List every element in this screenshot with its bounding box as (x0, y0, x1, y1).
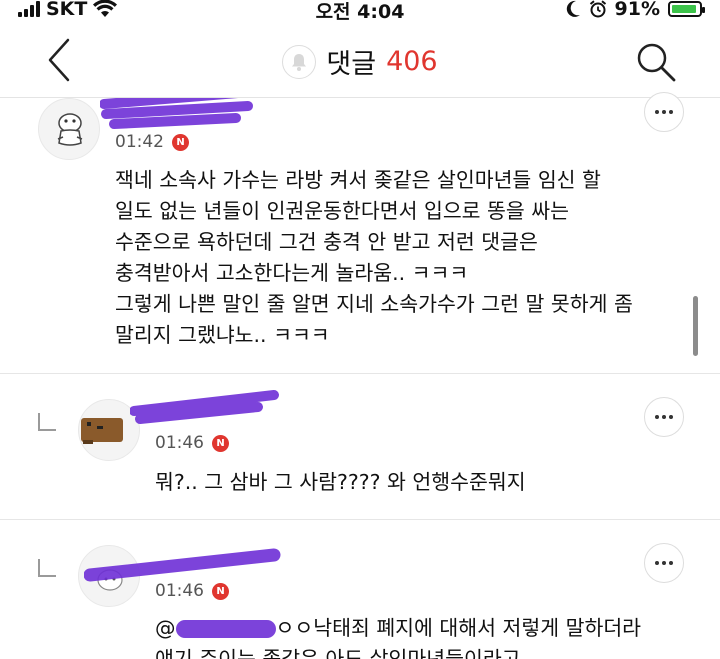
comment-meta: 01:46 N (155, 581, 229, 601)
comment-meta: 01:42 N (115, 132, 189, 152)
comment-item: 01:42 N 잭네 소속사 가수는 라방 켜서 좆같은 살인마년들 임신 할 … (0, 92, 720, 374)
reply-item: 01:46 N @ ㅇㅇ낙태죄 폐지에 대해서 저렇게 말하더라 얘기 주이는 좆… (0, 521, 720, 659)
page-title: 댓글 406 (0, 42, 720, 81)
comment-text-line1: ㅇㅇ낙태죄 폐지에 대해서 저렇게 말하더라 (275, 616, 642, 640)
scrollbar[interactable] (693, 296, 698, 356)
alarm-icon (589, 0, 606, 18)
avatar-character-icon (57, 113, 83, 146)
search-button[interactable] (634, 40, 678, 84)
comment-count: 406 (386, 46, 438, 77)
reply-indicator-icon (38, 559, 56, 577)
more-options-button[interactable] (644, 397, 684, 437)
comment-text: 잭네 소속사 가수는 라방 켜서 좆같은 살인마년들 임신 할 일도 없는 년들… (115, 168, 633, 347)
mention-redacted (175, 620, 276, 638)
mention-prefix: @ (155, 616, 176, 640)
notification-bell-button[interactable] (282, 44, 317, 79)
battery-percent: 91% (614, 0, 660, 20)
more-options-button[interactable] (644, 543, 684, 583)
bell-icon (292, 53, 307, 71)
reply-indicator-icon (38, 413, 56, 431)
avatar[interactable] (38, 98, 100, 160)
moon-icon (566, 0, 580, 17)
battery-icon (668, 1, 705, 17)
comment-text: 뭐?.. 그 삼바 그 사람???? 와 언행수준뭐지 (155, 470, 526, 494)
comment-meta: 01:46 N (155, 433, 229, 453)
comment-time: 01:46 (155, 433, 204, 453)
comment-text-line2: 얘기 주이는 좆같은 아도 살인마년들이라고 (155, 647, 521, 659)
comment-text: @ ㅇㅇ낙태죄 폐지에 대해서 저렇게 말하더라 얘기 주이는 좆같은 아도 살인… (155, 613, 641, 659)
nickname-redacted (84, 548, 281, 582)
status-bar-right: 91% (565, 0, 705, 20)
comments-header: 댓글 406 (0, 22, 720, 98)
battery-fill (672, 5, 696, 13)
title-label: 댓글 (326, 49, 377, 80)
comment-time: 01:46 (155, 581, 204, 601)
more-options-button[interactable] (644, 92, 684, 132)
comment-time: 01:42 (115, 132, 164, 152)
new-badge: N (172, 133, 189, 151)
status-bar: SKT 오전 4:04 91% (0, 0, 720, 23)
reply-item: 01:46 N 뭐?.. 그 삼바 그 사람???? 와 언행수준뭐지 (0, 375, 720, 520)
new-badge: N (212, 434, 229, 452)
new-badge: N (212, 582, 229, 600)
nickname-redacted (130, 390, 279, 424)
